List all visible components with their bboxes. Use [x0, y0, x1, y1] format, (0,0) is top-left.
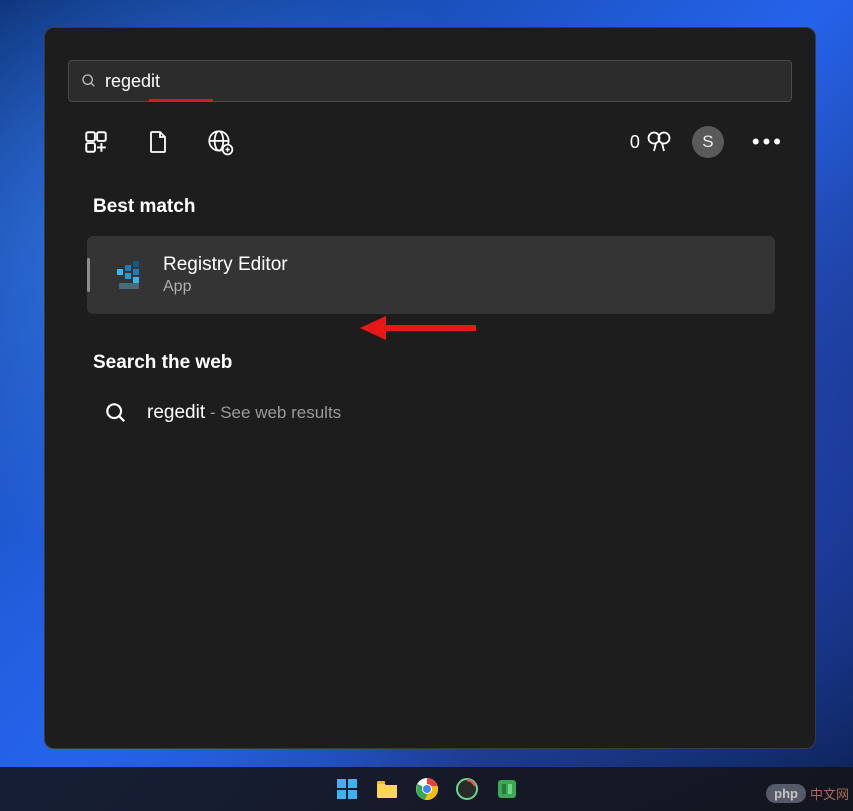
search-icon — [105, 402, 127, 424]
result-title: Registry Editor — [163, 254, 288, 276]
more-options-button[interactable]: ••• — [744, 129, 792, 155]
best-match-result[interactable]: Registry Editor App — [87, 236, 775, 314]
best-match-header: Best match — [93, 196, 815, 218]
search-bar[interactable] — [68, 60, 792, 102]
web-result-query: regedit — [147, 402, 205, 423]
medal-icon — [646, 131, 672, 153]
file-explorer-icon[interactable] — [373, 775, 401, 803]
selection-indicator — [87, 258, 90, 292]
registry-editor-icon — [115, 259, 143, 291]
search-input[interactable] — [105, 71, 779, 92]
result-subtitle: App — [163, 278, 288, 296]
documents-filter-icon[interactable] — [144, 128, 172, 156]
app-icon-circle[interactable] — [453, 775, 481, 803]
search-icon — [81, 73, 97, 89]
annotation-arrow — [358, 312, 478, 344]
chrome-icon[interactable] — [413, 775, 441, 803]
rewards-badge[interactable]: 0 — [630, 131, 672, 153]
annotation-underline — [149, 99, 213, 102]
taskbar — [0, 767, 853, 811]
rewards-count: 0 — [630, 132, 640, 153]
search-filter-toolbar: 0 S ••• — [68, 126, 792, 158]
search-web-header: Search the web — [93, 352, 815, 374]
web-search-result[interactable]: regedit - See web results — [105, 392, 775, 434]
web-filter-icon[interactable] — [206, 128, 234, 156]
start-button[interactable] — [333, 775, 361, 803]
web-result-suffix: - See web results — [205, 403, 341, 422]
start-search-panel: 0 S ••• Best match Regis — [44, 27, 816, 749]
user-avatar[interactable]: S — [692, 126, 724, 158]
apps-filter-icon[interactable] — [82, 128, 110, 156]
app-icon-green[interactable] — [493, 775, 521, 803]
